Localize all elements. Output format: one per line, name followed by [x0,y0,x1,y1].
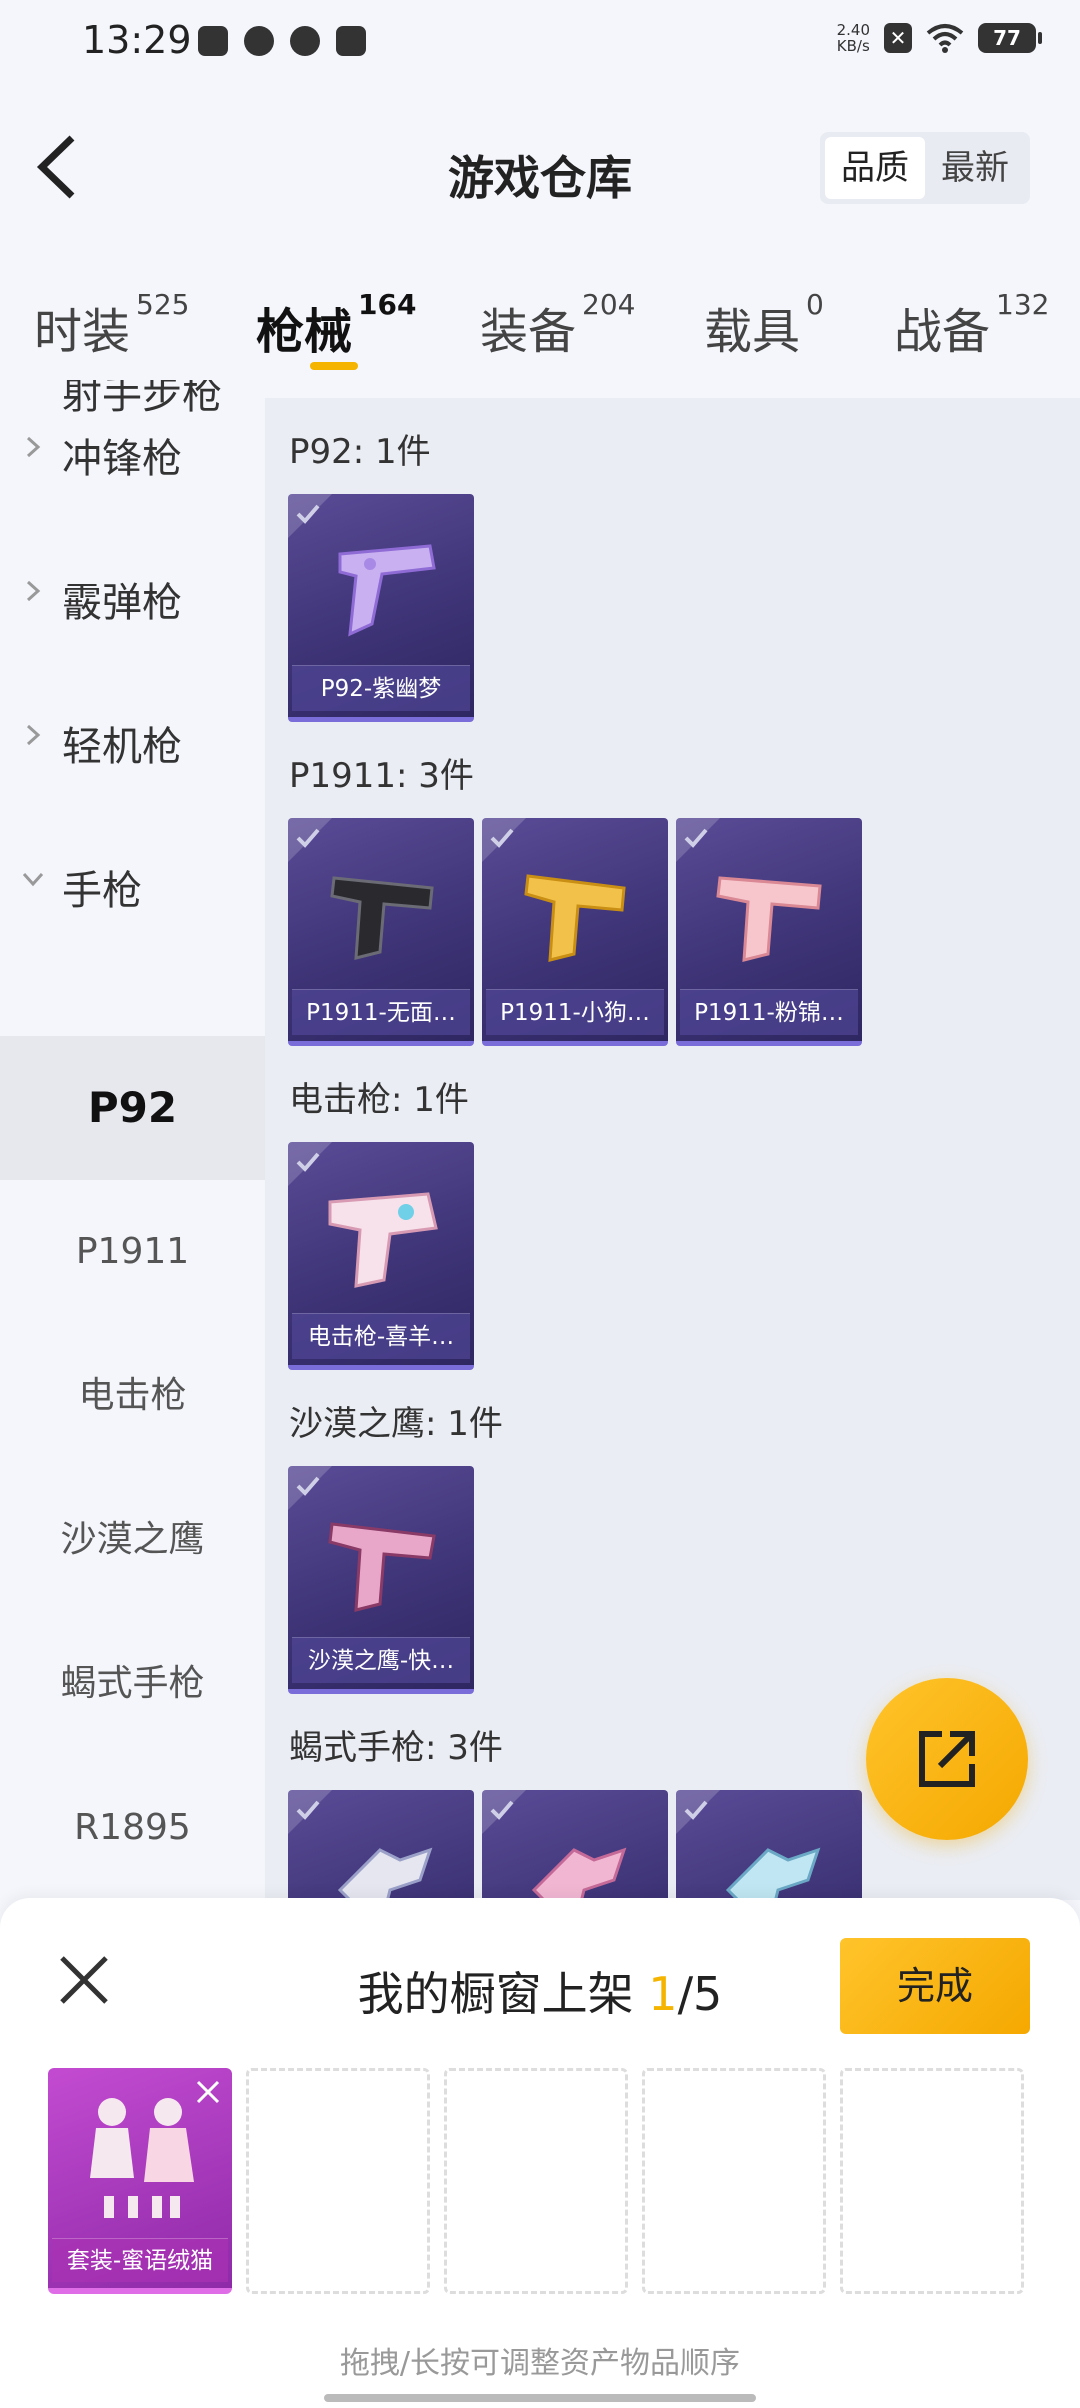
chevron-down-icon [22,872,44,887]
bag-icon [336,26,366,56]
pistol-skin-image [338,544,436,637]
tab-fashion[interactable]: 时装 525 [34,288,189,362]
stun-gun-skin-image [328,1192,438,1288]
item-card[interactable] [288,1790,474,1900]
showcase-slot-empty[interactable] [642,2068,826,2294]
showcase-slot-empty[interactable] [246,2068,430,2294]
chevron-right-icon [26,724,41,746]
gallery-icon [198,26,228,56]
item-name: P1911-小狗… [486,989,664,1035]
item-card[interactable]: P92-紫幽梦 [288,494,474,722]
tab-equipment[interactable]: 装备 204 [480,288,635,362]
tab-combat-gear[interactable]: 战备 132 [894,288,1049,362]
header: 游戏仓库 品质 最新 [0,84,1080,254]
side-item-shotgun[interactable]: 霰弹枪 [0,524,265,668]
sub-item-skorpion[interactable]: 蝎式手枪 [0,1612,265,1756]
item-card[interactable] [676,1790,862,1900]
group-title-stun-gun: 电击枪: 1件 [289,1080,469,1120]
outfit-image [90,2098,194,2218]
item-name: 电击枪-喜羊… [292,1313,470,1359]
wifi-icon [926,24,964,53]
item-card[interactable]: P1911-粉锦… [676,818,862,1046]
tab-vehicles[interactable]: 载具 0 [704,288,824,362]
pistol-skin-image [716,876,822,962]
item-card[interactable]: P1911-无面… [288,818,474,1046]
item-name: P1911-粉锦… [680,989,858,1035]
chevron-right-icon [26,436,41,458]
showcase-slot-empty[interactable] [840,2068,1024,2294]
sub-item-desert-eagle[interactable]: 沙漠之鹰 [0,1468,265,1612]
share-icon [919,1731,975,1787]
group-title-p92: P92: 1件 [289,432,431,472]
app-icon [290,26,320,56]
item-card[interactable]: 电击枪-喜羊… [288,1142,474,1370]
item-name: 沙漠之鹰-快… [292,1637,470,1683]
smg-skin-image [337,1847,433,1900]
sub-item-r1895[interactable]: R1895 [0,1756,265,1900]
item-card[interactable] [482,1790,668,1900]
showcase-sheet: 我的橱窗上架 1/5 完成 套装-蜜语绒猫 拖拽/长按可调整资产物品顺序 [0,1898,1080,2408]
sim-x-icon: ✕ [884,23,912,53]
showcase-slot-empty[interactable] [444,2068,628,2294]
item-name: P1911-无面… [292,989,470,1035]
side-item-pistol[interactable]: 手枪 [0,812,265,956]
net-speed: 2.40 KB/s [836,21,870,55]
pistol-skin-image [524,874,626,962]
sub-item-p92[interactable]: P92 [0,1036,265,1180]
item-card[interactable]: P1911-小狗… [482,818,668,1046]
chevron-right-icon [26,580,41,602]
sort-toggle: 品质 最新 [820,132,1030,204]
smg-skin-image [725,1847,821,1900]
system-icons: 2.40 KB/s ✕ 77 [836,21,1042,55]
status-time: 13:29 [82,18,192,62]
status-bar: 13:29 2.40 KB/s ✕ 77 [0,0,1080,84]
home-indicator[interactable] [324,2394,756,2402]
items-content: P92: 1件 P92-紫幽梦 P1911: 3件 P1911-无面… P191… [265,398,1080,1900]
item-card[interactable]: 沙漠之鹰-快… [288,1466,474,1694]
sub-item-stun-gun[interactable]: 电击枪 [0,1324,265,1468]
done-button[interactable]: 完成 [840,1938,1030,2034]
pistol-skin-image [328,1522,436,1612]
qq-icon [244,26,274,56]
group-title-p1911: P1911: 3件 [289,756,474,796]
share-fab-button[interactable] [866,1678,1028,1840]
item-name: P92-紫幽梦 [292,665,470,711]
sub-item-p1911[interactable]: P1911 [0,1180,265,1324]
sort-quality-button[interactable]: 品质 [825,137,925,199]
pistol-skin-image [330,876,434,960]
side-item-lmg[interactable]: 轻机枪 [0,668,265,812]
tab-firearms[interactable]: 枪械 164 [256,288,416,362]
side-menu: 射手步枪 冲锋枪 霰弹枪 轻机枪 手枪 P92 P1911 电击枪 沙漠之鹰 蝎… [0,380,265,1900]
slot-item-name: 套装-蜜语绒猫 [52,2238,228,2282]
active-tab-indicator [310,362,358,370]
showcase-slot-filled[interactable]: 套装-蜜语绒猫 [48,2068,232,2294]
reorder-hint: 拖拽/长按可调整资产物品顺序 [339,2346,741,2381]
sort-newest-button[interactable]: 最新 [925,137,1025,199]
notification-icons [198,26,366,56]
battery-icon: 77 [978,23,1042,53]
smg-skin-image [531,1847,627,1900]
group-title-desert-eagle: 沙漠之鹰: 1件 [289,1404,503,1444]
category-tabs: 时装 525 枪械 164 装备 204 载具 0 战备 132 [0,270,1080,380]
group-title-skorpion: 蝎式手枪: 3件 [289,1728,503,1768]
side-item-smg[interactable]: 冲锋枪 [0,380,265,524]
